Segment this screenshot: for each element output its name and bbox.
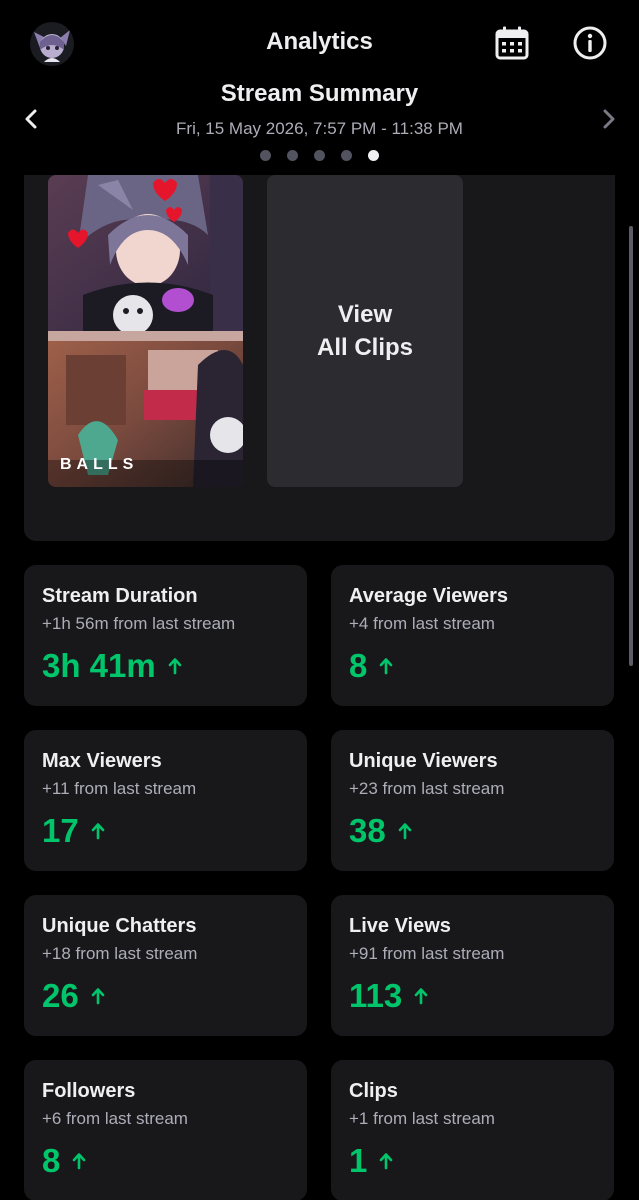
stat-card-max-viewers[interactable]: Max Viewers +11 from last stream 17 [24, 730, 307, 871]
stat-value: 3h 41m [42, 647, 156, 684]
stat-card-unique-chatters[interactable]: Unique Chatters +18 from last stream 26 [24, 895, 307, 1036]
stat-delta: +1 from last stream [349, 1109, 495, 1128]
stat-card-clips[interactable]: Clips +1 from last stream 1 [331, 1060, 614, 1200]
stream-date-range: Fri, 15 May 2026, 7:57 PM - 11:38 PM [176, 119, 463, 138]
stat-value-row: 17 [42, 812, 105, 850]
clips-panel: BALLS 1 View All Clips [24, 175, 615, 541]
stat-delta: +6 from last stream [42, 1109, 188, 1128]
stat-title: Live Views [349, 915, 451, 937]
stat-value-row: 8 [349, 647, 393, 685]
stat-value-row: 3h 41m [42, 647, 182, 685]
next-stream-button[interactable] [593, 104, 623, 134]
stat-title: Stream Duration [42, 585, 198, 607]
stat-title: Followers [42, 1080, 136, 1102]
stat-delta: +11 from last stream [42, 779, 197, 798]
stat-value: 38 [349, 812, 386, 849]
page-dot-5[interactable] [368, 150, 379, 161]
clip-view-count: 1 [62, 484, 99, 487]
stat-delta: +91 from last stream [349, 944, 505, 963]
info-button[interactable] [572, 25, 608, 61]
stat-delta: +1h 56m from last stream [42, 614, 236, 633]
page-dot-4[interactable] [341, 150, 352, 161]
arrow-up-icon [380, 658, 393, 675]
info-icon [573, 26, 607, 60]
app-title: Analytics [266, 28, 373, 55]
stat-value-row: 38 [349, 812, 412, 850]
stat-value: 17 [42, 812, 79, 849]
summary-content[interactable]: BALLS 1 View All Clips Stream Duration +1… [0, 175, 639, 1200]
stat-value-row: 113 [349, 977, 428, 1015]
clip-views-value: 1 [90, 484, 99, 487]
chevron-right-icon [603, 109, 615, 129]
clip-thumbnail [48, 175, 243, 487]
page-dot-2[interactable] [287, 150, 298, 161]
arrow-up-icon [380, 1153, 393, 1170]
summary-title: Stream Summary [220, 80, 419, 107]
calendar-icon [495, 26, 529, 60]
stat-card-average-viewers[interactable]: Average Viewers +4 from last stream 8 [331, 565, 614, 706]
page-dot-1[interactable] [260, 150, 271, 161]
stat-value: 8 [349, 647, 368, 684]
arrow-up-icon [398, 823, 412, 840]
stat-title: Clips [349, 1080, 398, 1102]
arrow-up-icon [414, 988, 428, 1005]
stat-card-stream-duration[interactable]: Stream Duration +1h 56m from last stream 3… [24, 565, 307, 706]
stat-delta: +18 from last stream [42, 944, 198, 963]
clip-title: BALLS [60, 456, 139, 473]
stat-value: 8 [42, 1142, 61, 1179]
stat-title: Max Viewers [42, 750, 162, 772]
clip-card[interactable]: BALLS 1 [48, 175, 243, 487]
stat-title: Unique Viewers [349, 750, 498, 772]
stat-delta: +4 from last stream [349, 614, 495, 633]
stat-value: 26 [42, 977, 79, 1014]
stat-value-row: 8 [42, 1142, 86, 1180]
analytics-screen: Analytics Stream Summary Fri, 15 May 202… [0, 0, 639, 1200]
calendar-button[interactable] [494, 25, 530, 61]
stat-value: 113 [349, 977, 403, 1014]
stat-title: Unique Chatters [42, 915, 197, 937]
stat-card-live-views[interactable]: Live Views +91 from last stream 113 [331, 895, 614, 1036]
page-dot-3[interactable] [314, 150, 325, 161]
stat-card-followers[interactable]: Followers +6 from last stream 8 [24, 1060, 307, 1200]
page-indicator [0, 150, 639, 161]
arrow-up-icon [73, 1153, 86, 1170]
stat-title: Average Viewers [349, 585, 508, 607]
scrollbar[interactable] [629, 226, 633, 666]
stat-value-row: 26 [42, 977, 105, 1015]
view-all-clips-button[interactable]: View All Clips [267, 175, 463, 487]
arrow-up-icon [91, 823, 105, 840]
stat-value-row: 1 [349, 1142, 393, 1180]
stat-delta: +23 from last stream [349, 779, 505, 798]
stat-card-unique-viewers[interactable]: Unique Viewers +23 from last stream 38 [331, 730, 614, 871]
arrow-up-icon [168, 658, 182, 675]
stat-value: 1 [349, 1142, 368, 1179]
arrow-up-icon [91, 988, 105, 1005]
view-all-clips-label: View All Clips [316, 301, 413, 361]
